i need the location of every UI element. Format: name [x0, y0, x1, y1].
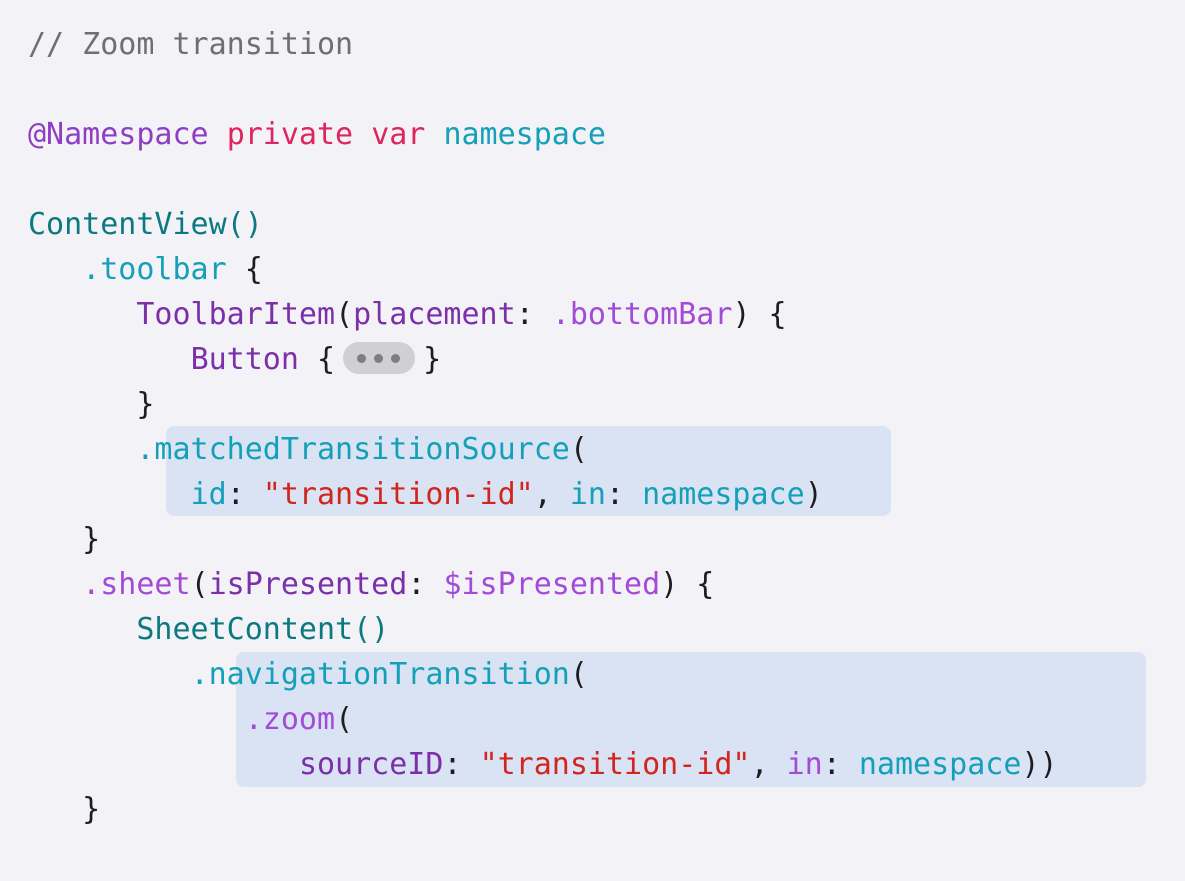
keyword-private: private — [226, 117, 354, 152]
keyword-var: var — [371, 117, 426, 152]
code-line-toolbar: .toolbar { — [82, 252, 263, 287]
modifier-toolbar: .toolbar — [82, 252, 227, 287]
code-snippet: // Zoom transition @Namespace private va… — [0, 0, 1185, 881]
attribute-namespace: @Namespace — [28, 117, 209, 152]
label-placement: placement — [353, 297, 516, 332]
binding-is-presented: $isPresented — [443, 567, 661, 602]
label-is-presented: isPresented — [208, 567, 408, 602]
label-id: id — [190, 477, 227, 512]
code-line-sheet: .sheet(isPresented: $isPresented) { — [82, 567, 715, 602]
code-line-button: Button {} — [190, 341, 442, 377]
member-zoom: .zoom — [244, 702, 336, 737]
type-toolbar-item: ToolbarItem — [136, 297, 336, 332]
collapsed-code-ellipsis-icon[interactable] — [343, 341, 416, 374]
type-sheet-content: SheetContent() — [136, 612, 390, 647]
code-line-matched-source-args: id: "transition-id", in: namespace) — [190, 477, 823, 512]
code-comment: // Zoom transition — [28, 27, 354, 62]
code-line-namespace: @Namespace private var namespace — [28, 112, 606, 157]
code-line-content-view: ContentView() — [28, 202, 263, 247]
type-button: Button — [190, 342, 299, 377]
code-line-toolbar-item: ToolbarItem(placement: .bottomBar) { — [136, 297, 787, 332]
identifier-namespace: namespace — [858, 747, 1022, 782]
modifier-matched-transition-source: .matchedTransitionSource — [136, 432, 570, 467]
code-line-close-toolbar: } — [28, 522, 101, 557]
code-line-close-toolbar-item: } — [28, 387, 155, 422]
code-line-1: // Zoom transition — [28, 22, 353, 67]
string-transition-id: "transition-id" — [262, 477, 534, 512]
code-line-zoom-args: sourceID: "transition-id", in: namespace… — [298, 747, 1058, 782]
modifier-navigation-transition: .navigationTransition — [190, 657, 570, 692]
modifier-sheet: .sheet — [82, 567, 191, 602]
member-bottom-bar: .bottomBar — [551, 297, 733, 332]
type-content-view: ContentView() — [28, 207, 263, 242]
code-line-close-sheet: } — [28, 792, 101, 827]
label-in: in — [786, 747, 823, 782]
label-in: in — [569, 477, 606, 512]
code-line-sheet-content: SheetContent() — [28, 607, 389, 652]
code-line-matched-source: .matchedTransitionSource( — [136, 432, 588, 467]
label-source-id: sourceID — [298, 747, 444, 782]
code-line-navigation-transition: .navigationTransition( — [190, 657, 588, 692]
identifier-namespace: namespace — [642, 477, 805, 512]
identifier-namespace: namespace — [443, 117, 606, 152]
code-line-zoom: .zoom( — [244, 702, 354, 737]
string-transition-id: "transition-id" — [479, 747, 751, 782]
